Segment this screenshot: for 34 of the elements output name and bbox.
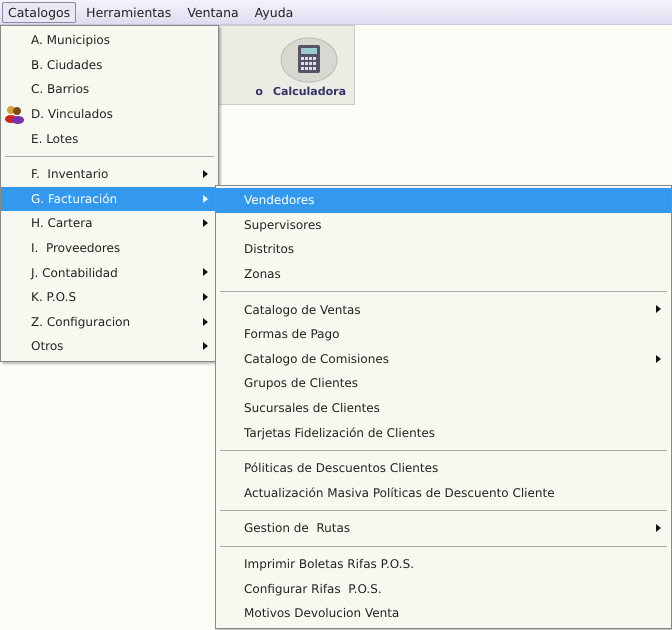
menu-bar-item[interactable]: Ventana [181, 2, 245, 22]
menu-item[interactable]: I. Proveedores [1, 236, 218, 260]
menu-bar-item[interactable]: Ayuda [248, 2, 300, 22]
menu-item[interactable]: H. Cartera [1, 211, 218, 236]
menu-item[interactable]: J. Contabilidad [1, 260, 218, 285]
menu-item[interactable]: K. P.O.S [1, 284, 218, 310]
calculator-icon [280, 37, 338, 83]
calculator-button[interactable]: Calculadora [272, 37, 346, 98]
toolbar-label: o [255, 85, 263, 98]
menu-item[interactable]: Formas de Pago [216, 322, 671, 347]
menu-item[interactable]: Zonas [216, 262, 671, 286]
menu-item[interactable]: Configurar Rifas P.O.S. [216, 576, 671, 601]
menu-item[interactable]: Actualización Masiva Políticas de Descuento Cliente [216, 480, 671, 506]
menu-item[interactable]: Sucursales de Clientes [216, 396, 671, 420]
menu-item[interactable]: Grupos de Clientes [216, 371, 671, 396]
menu-bar-item[interactable]: Herramientas [80, 2, 178, 22]
menu-item[interactable]: Distritos [216, 237, 671, 262]
menu-bar-item[interactable]: Catalogos [2, 2, 76, 22]
menu-item[interactable]: F. Inventario [1, 162, 218, 187]
menu-item[interactable]: Póliticas de Descuentos Clientes [216, 456, 671, 481]
menu-item[interactable]: B. Ciudades [1, 52, 218, 78]
menu-item[interactable]: Imprimir Boletas Rifas P.O.S. [216, 552, 671, 576]
menu-item[interactable]: Z. Configuracion [1, 310, 218, 334]
menu-item[interactable]: C. Barrios [1, 77, 218, 102]
menu-item[interactable]: Tarjetas Fidelización de Clientes [216, 420, 671, 445]
menu-item[interactable]: A. Municipios [1, 28, 218, 53]
menu-item[interactable]: Otros [1, 334, 218, 359]
menu-item[interactable]: Catalogo de Ventas [216, 297, 671, 322]
menu-item[interactable]: Gestion de Rutas [216, 516, 671, 541]
menu-item[interactable]: E. Lotes [1, 126, 218, 151]
menu-item[interactable]: Motivos Devolucion Venta [216, 600, 671, 626]
menu-item[interactable]: D. Vinculados [1, 102, 218, 126]
menu-item[interactable]: Supervisores [216, 212, 671, 238]
menu-item[interactable]: Catalogo de Comisiones [216, 346, 671, 372]
